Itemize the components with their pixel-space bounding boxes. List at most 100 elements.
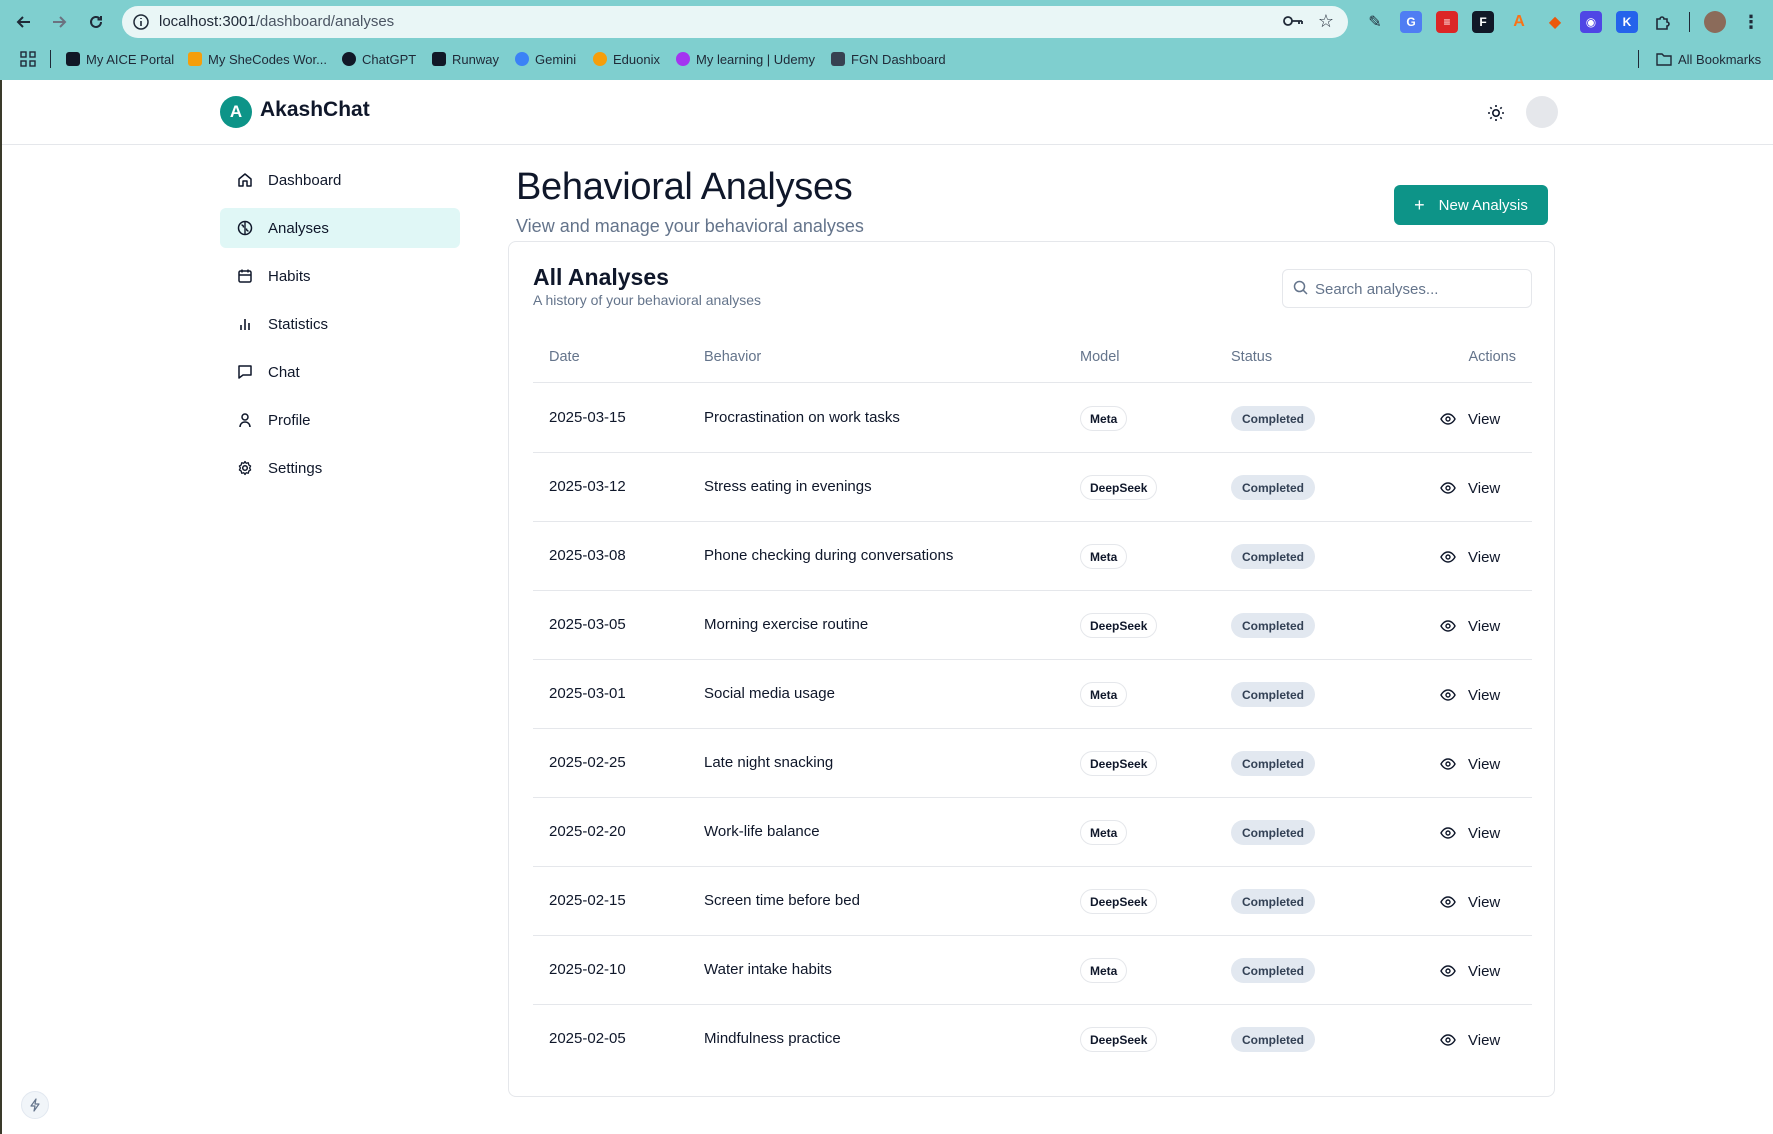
a-extension-icon[interactable]: A [1508,11,1530,33]
bookmark-shecodes[interactable]: My SheCodes Wor... [188,48,327,70]
user-avatar[interactable] [1526,96,1558,128]
sun-icon[interactable] [1484,101,1508,125]
address-bar[interactable]: localhost:3001/dashboard/analyses ☆ [122,6,1348,38]
bookmark-gemini[interactable]: Gemini [515,48,576,70]
status-badge: Completed [1231,820,1316,845]
view-button[interactable]: View [1440,820,1500,846]
pen-extension-icon[interactable]: ✎ [1364,11,1386,33]
bookmark-label: My learning | Udemy [696,51,815,67]
bookmark-runway[interactable]: Runway [432,48,499,70]
search-box[interactable] [1282,269,1532,308]
view-label: View [1468,824,1501,842]
bookmark-eduonix[interactable]: Eduonix [593,48,660,70]
browser-chrome: localhost:3001/dashboard/analyses ☆ ✎ G … [0,0,1773,80]
extensions-puzzle-icon[interactable] [1652,11,1674,33]
sidebar-item-analyses[interactable]: Analyses [220,208,460,248]
gear-icon [236,459,254,477]
view-button[interactable]: View [1440,751,1500,777]
bookmark-label: My AICE Portal [86,51,175,67]
bookmark-label: FGN Dashboard [851,51,946,67]
view-label: View [1468,1031,1501,1049]
translate-extension-icon[interactable]: G [1400,11,1422,33]
bookmark-divider [1638,50,1639,68]
view-label: View [1468,755,1501,773]
sidebar-item-statistics[interactable]: Statistics [220,304,460,344]
view-button[interactable]: View [1440,406,1500,432]
column-header-status[interactable]: Status [1231,349,1272,365]
column-header-model[interactable]: Model [1080,349,1120,365]
view-label: View [1468,893,1501,911]
site-info-icon[interactable] [132,13,150,31]
bookmark-chatgpt[interactable]: ChatGPT [342,48,416,70]
table-header: Date Behavior Model Status Actions [533,334,1532,383]
bookmark-aice[interactable]: My AICE Portal [66,48,174,70]
model-badge: Meta [1080,544,1128,569]
view-label: View [1468,548,1501,566]
metamask-extension-icon[interactable]: ◆ [1544,11,1566,33]
sidebar-item-habits[interactable]: Habits [220,256,460,296]
bookmark-udemy[interactable]: My learning | Udemy [676,48,815,70]
kebab-menu-icon[interactable]: ⋮ [1740,11,1762,33]
search-input[interactable] [1315,278,1525,300]
status-badge: Completed [1231,751,1316,776]
sidebar-item-label: Chat [268,363,300,381]
view-button[interactable]: View [1440,682,1500,708]
all-bookmarks-label: All Bookmarks [1678,51,1762,67]
todoist-extension-icon[interactable]: ≡ [1436,11,1458,33]
status-badge: Completed [1231,406,1316,431]
eye-icon [1440,689,1456,701]
card-title: All Analyses [533,264,669,290]
bar-chart-icon [236,315,254,333]
robot-extension-icon[interactable]: ◉ [1580,11,1602,33]
apps-grid-icon[interactable] [20,48,36,70]
table-row: 2025-02-05 Mindfulness practice DeepSeek Co… [533,1005,1532,1074]
table-row: 2025-03-01 Social media usage Meta Complete… [533,660,1532,729]
sidebar-item-settings[interactable]: Settings [220,448,460,488]
k-extension-icon[interactable]: K [1616,11,1638,33]
bookmark-fgn[interactable]: FGN Dashboard [831,48,946,70]
calendar-icon [236,267,254,285]
sidebar-item-chat[interactable]: Chat [220,352,460,392]
view-button[interactable]: View [1440,958,1500,984]
view-button[interactable]: View [1440,544,1500,570]
column-header-date[interactable]: Date [549,349,580,365]
framer-extension-icon[interactable]: F [1472,11,1494,33]
row-behavior: Screen time before bed [704,892,860,909]
reload-icon[interactable] [84,10,108,34]
url-text[interactable]: localhost:3001/dashboard/analyses [159,13,394,30]
row-behavior: Procrastination on work tasks [704,409,900,426]
app-name[interactable]: AkashChat [260,98,370,122]
row-behavior: Stress eating in evenings [704,478,872,495]
row-behavior: Social media usage [704,685,835,702]
model-badge: DeepSeek [1080,889,1158,914]
status-badge: Completed [1231,613,1316,638]
sidebar-item-dashboard[interactable]: Dashboard [220,160,460,200]
sidebar-item-label: Settings [268,459,323,477]
bookmark-label: ChatGPT [362,51,417,67]
logo-badge[interactable]: A [220,96,252,128]
view-label: View [1468,686,1501,704]
forward-arrow-icon[interactable] [47,10,71,34]
column-header-behavior[interactable]: Behavior [704,349,761,365]
row-behavior: Work-life balance [704,823,820,840]
window-edge [0,80,2,1134]
lightning-icon[interactable] [21,1091,49,1119]
sidebar-item-label: Dashboard [268,171,342,189]
view-button[interactable]: View [1440,613,1500,639]
model-badge: Meta [1080,820,1128,845]
eye-icon [1440,965,1456,977]
view-button[interactable]: View [1440,1027,1500,1053]
password-key-icon[interactable] [1282,13,1304,34]
profile-avatar-icon[interactable] [1704,11,1726,33]
eduonix-icon [593,52,607,66]
view-button[interactable]: View [1440,889,1500,915]
new-analysis-button[interactable]: + New Analysis [1394,185,1548,225]
all-bookmarks[interactable]: All Bookmarks [1656,48,1761,70]
sidebar-item-profile[interactable]: Profile [220,400,460,440]
analyses-card: All Analyses A history of your behaviora… [508,241,1555,1097]
bookmark-star-icon[interactable]: ☆ [1318,11,1334,32]
back-arrow-icon[interactable] [12,10,36,34]
page-subtitle: View and manage your behavioral analyses [516,216,864,236]
view-button[interactable]: View [1440,475,1500,501]
table-row: 2025-02-15 Screen time before bed DeepSeek… [533,867,1532,936]
